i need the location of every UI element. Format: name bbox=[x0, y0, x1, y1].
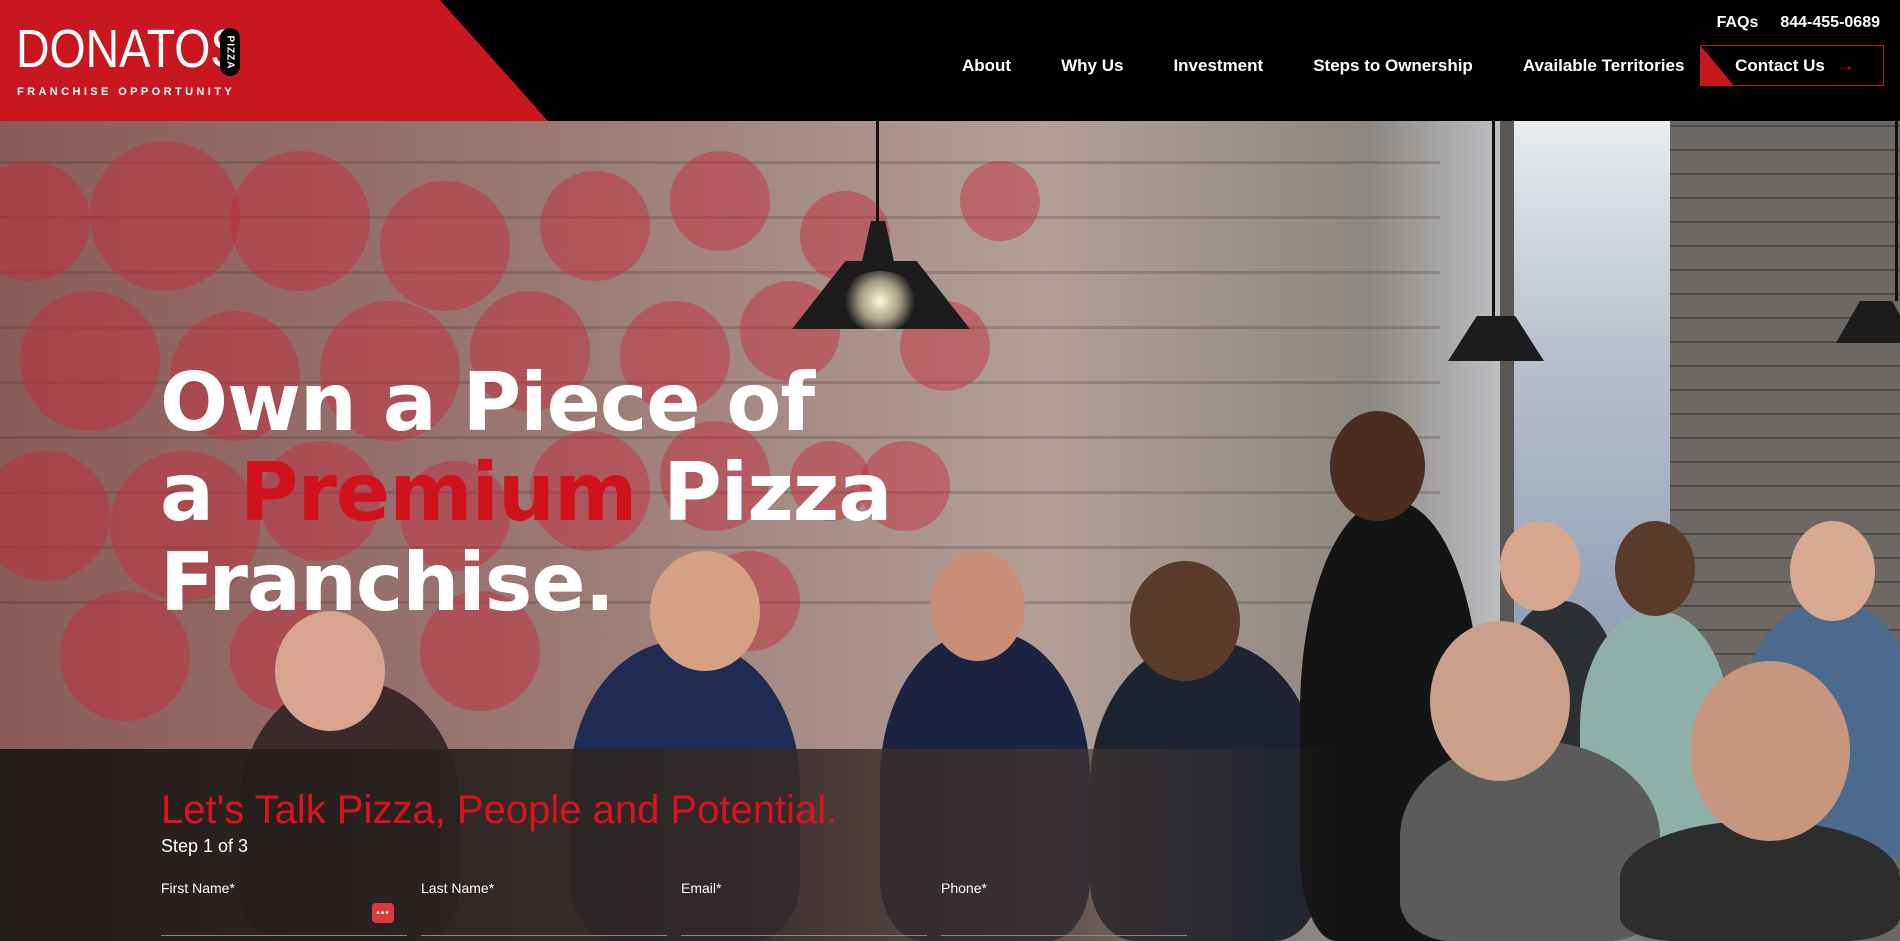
phone-label: Phone* bbox=[941, 880, 987, 896]
faqs-link[interactable]: FAQs bbox=[1717, 14, 1759, 32]
logo-tagline: FRANCHISE OPPORTUNITY bbox=[17, 86, 236, 98]
headline-accent: Premium bbox=[239, 446, 637, 539]
contact-us-label: Contact Us bbox=[1735, 55, 1825, 75]
utility-nav: FAQs 844-455-0689 bbox=[1717, 14, 1880, 32]
phone-field[interactable]: Phone* bbox=[941, 880, 1187, 936]
phone-input[interactable] bbox=[941, 935, 1187, 936]
email-input[interactable] bbox=[681, 935, 927, 936]
arrow-right-icon: → bbox=[1836, 55, 1855, 75]
nav-item-available-territories[interactable]: Available Territories bbox=[1523, 56, 1685, 76]
email-label: Email* bbox=[681, 880, 722, 896]
last-name-field[interactable]: Last Name* bbox=[421, 880, 667, 936]
headline-line-3: Franchise. bbox=[160, 536, 615, 629]
hero-headline: Own a Piece of a Premium Pizza Franchise… bbox=[160, 356, 892, 629]
email-field[interactable]: Email* bbox=[681, 880, 927, 936]
last-name-label: Last Name* bbox=[421, 880, 495, 896]
logo-wordmark: DONATOS bbox=[16, 19, 242, 79]
first-name-input[interactable] bbox=[161, 935, 407, 936]
phone-link[interactable]: 844-455-0689 bbox=[1780, 14, 1880, 32]
last-name-input[interactable] bbox=[421, 935, 667, 936]
lead-form: Let's Talk Pizza, People and Potential. … bbox=[0, 749, 1900, 941]
first-name-field[interactable]: First Name* bbox=[161, 880, 407, 936]
first-name-label: First Name* bbox=[161, 880, 235, 896]
button-corner-accent bbox=[1701, 46, 1735, 85]
headline-line-1: Own a Piece of bbox=[160, 356, 815, 449]
form-step-indicator: Step 1 of 3 bbox=[161, 836, 249, 856]
nav-item-why-us[interactable]: Why Us bbox=[1061, 56, 1123, 76]
headline-line-2: a Premium Pizza bbox=[160, 446, 892, 539]
nav-item-steps-to-ownership[interactable]: Steps to Ownership bbox=[1313, 56, 1473, 76]
site-header: DONATOS PIZZA FRANCHISE OPPORTUNITY FAQs… bbox=[0, 0, 1900, 121]
nav-item-about[interactable]: About bbox=[962, 56, 1011, 76]
main-nav: About Why Us Investment Steps to Ownersh… bbox=[962, 56, 1684, 76]
logo[interactable]: DONATOS PIZZA FRANCHISE OPPORTUNITY bbox=[0, 0, 548, 121]
form-title: Let's Talk Pizza, People and Potential. bbox=[161, 788, 838, 832]
logo-pizza-pill: PIZZA bbox=[220, 28, 240, 76]
password-manager-icon[interactable]: ••• bbox=[372, 903, 394, 923]
contact-us-button[interactable]: Contact Us → bbox=[1700, 45, 1884, 86]
nav-item-investment[interactable]: Investment bbox=[1173, 56, 1263, 76]
